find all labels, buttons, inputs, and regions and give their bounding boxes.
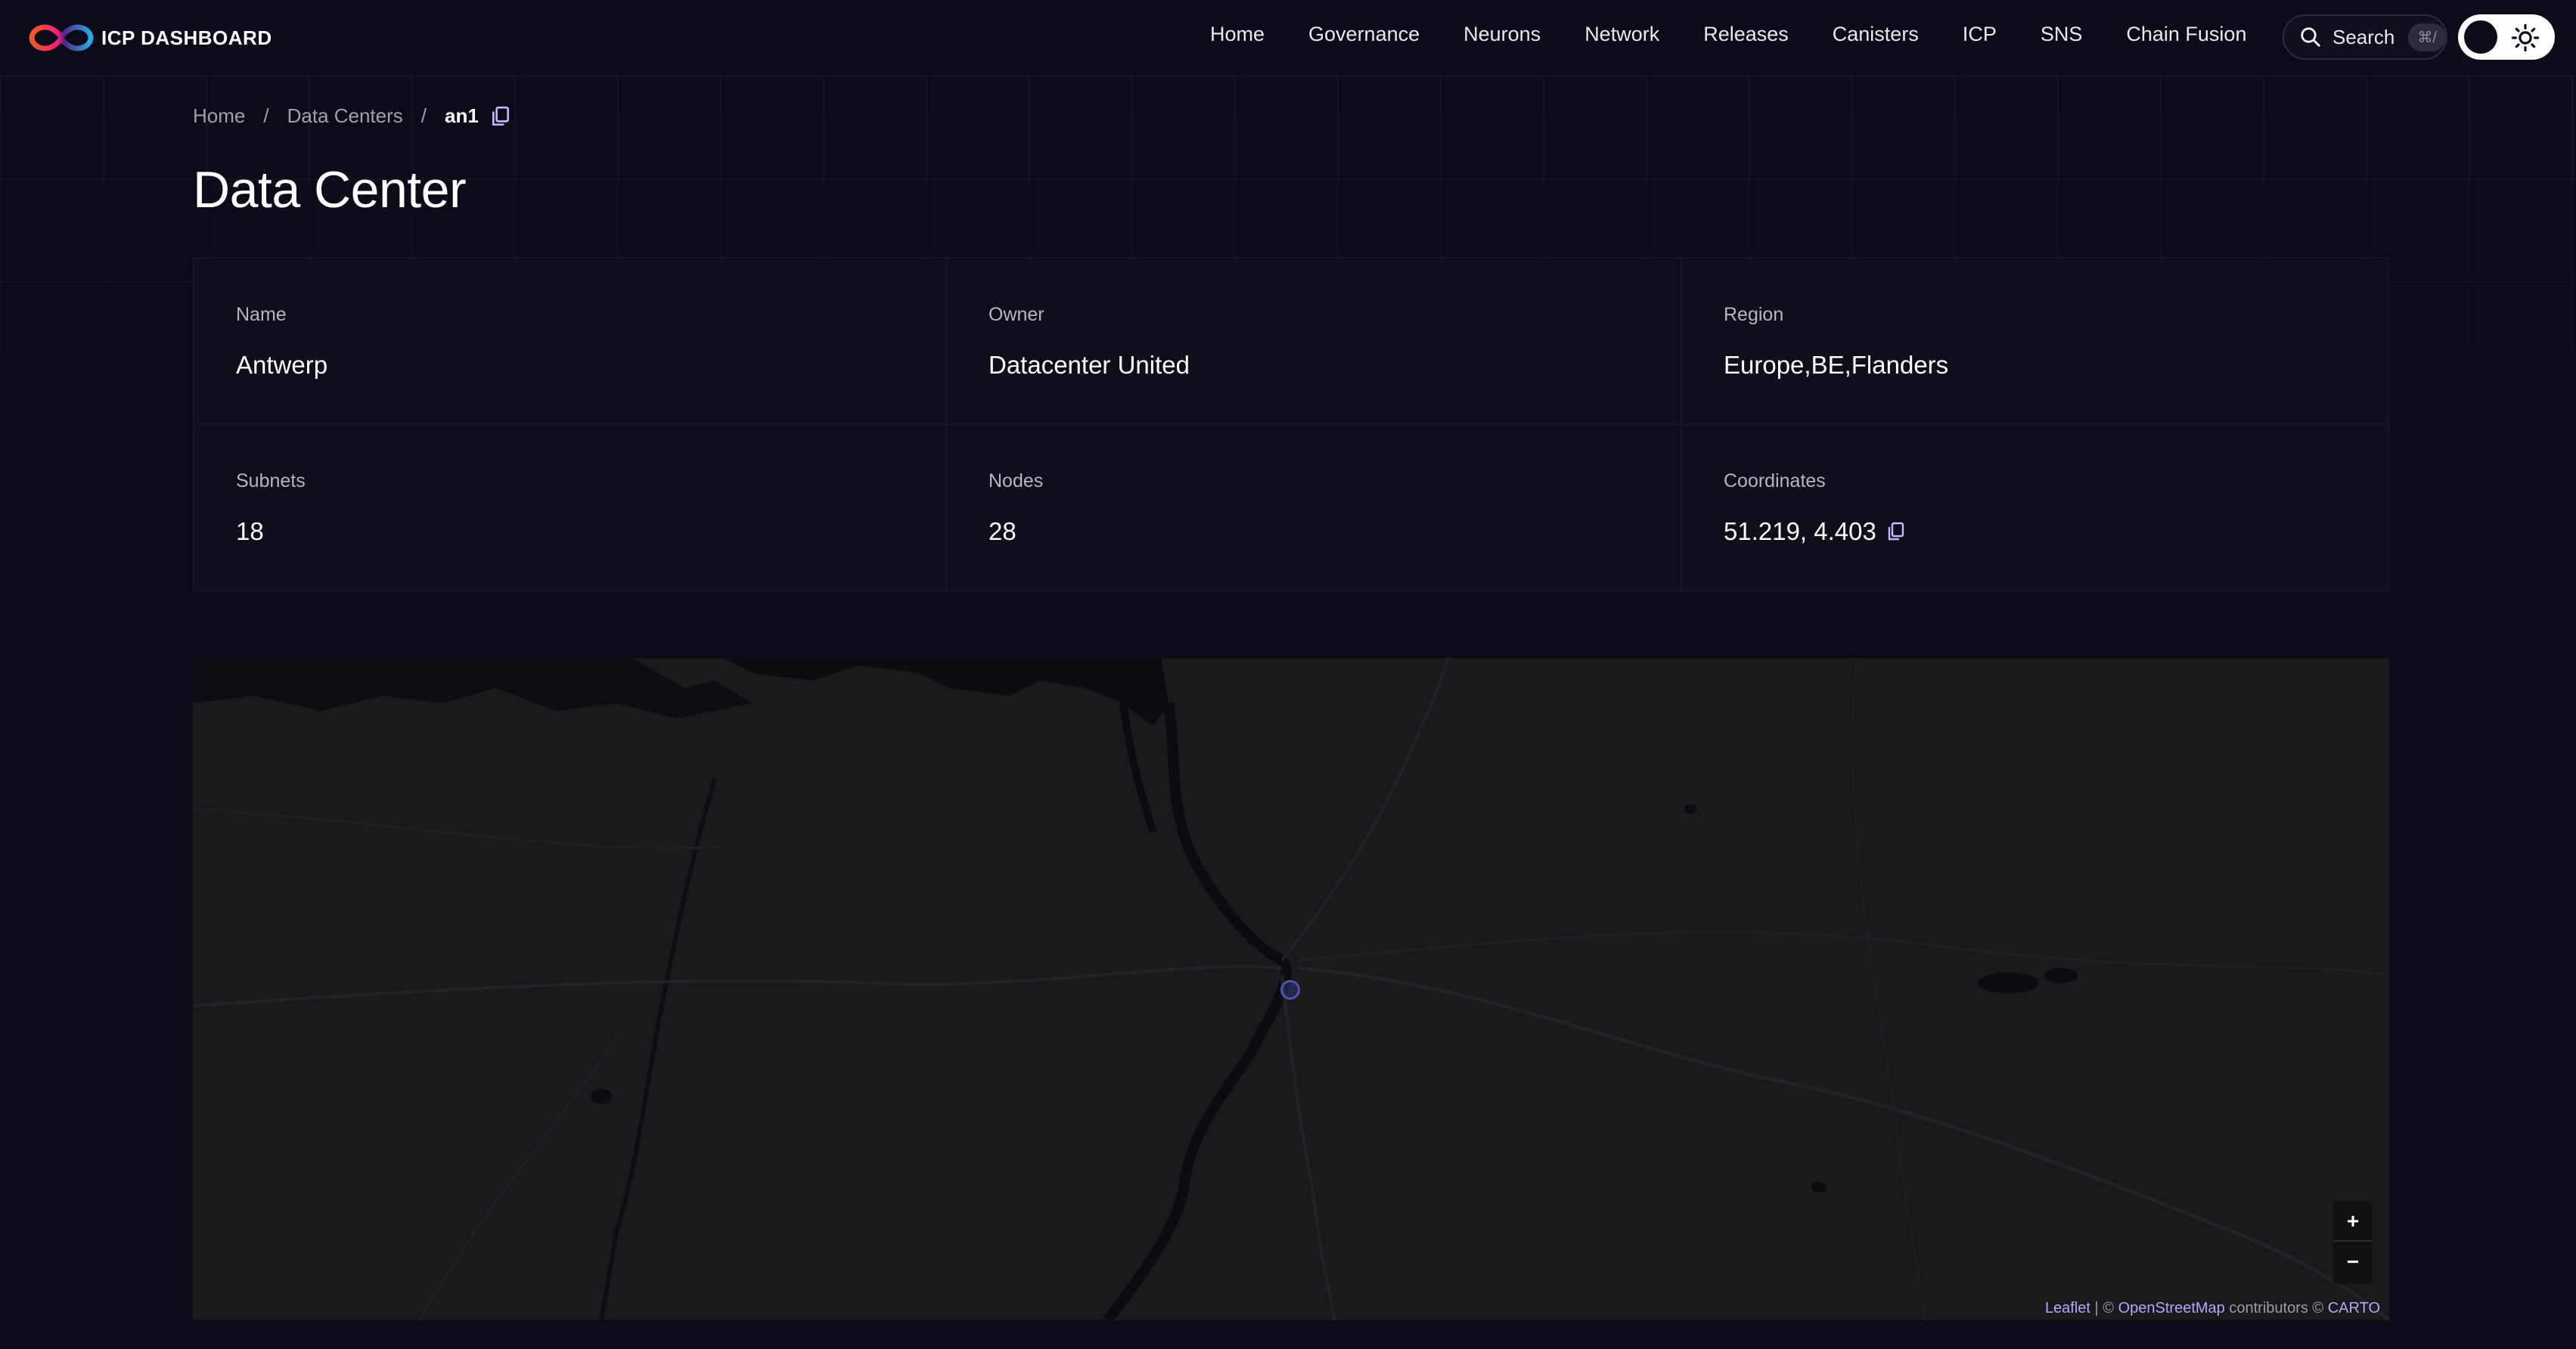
breadcrumb-data-centers[interactable]: Data Centers — [287, 104, 403, 128]
breadcrumb: Home / Data Centers / an1 — [193, 104, 511, 128]
sun-icon — [2511, 23, 2540, 52]
detail-label: Nodes — [989, 470, 1044, 492]
nodes-value: 28 — [989, 517, 1016, 545]
main-nav: Home Governance Neurons Network Releases… — [1210, 23, 2290, 46]
leaflet-link[interactable]: Leaflet — [2045, 1300, 2090, 1316]
detail-name: Name Antwerp — [194, 259, 947, 425]
detail-coordinates: Coordinates 51.219, 4.403 — [1682, 425, 2391, 593]
map-attribution: Leaflet | © OpenStreetMap contributors ©… — [2042, 1297, 2383, 1320]
nav-network[interactable]: Network — [1584, 23, 1659, 46]
data-center-details: Name Antwerp Owner Datacenter United Reg… — [193, 257, 2391, 593]
nav-icp[interactable]: ICP — [1963, 23, 1997, 46]
detail-subnets: Subnets 18 — [194, 425, 947, 593]
zoom-in-button[interactable]: + — [2333, 1201, 2373, 1242]
detail-value: 51.219, 4.403 — [1724, 517, 1905, 546]
detail-owner: Owner Datacenter United — [947, 259, 1682, 425]
breadcrumb-current: an1 — [445, 104, 479, 127]
detail-value: 28 — [989, 517, 1016, 546]
attribution-contributors: contributors © — [2224, 1300, 2328, 1316]
zoom-out-button[interactable]: − — [2333, 1242, 2373, 1282]
owner-value: Datacenter United — [989, 351, 1190, 379]
detail-value: Europe,BE,Flanders — [1724, 351, 1948, 380]
nav-sns[interactable]: SNS — [2041, 23, 2083, 46]
region-value: Europe,BE,Flanders — [1724, 351, 1949, 379]
nav-chain-fusion[interactable]: Chain Fusion — [2126, 23, 2246, 46]
detail-value: Antwerp — [236, 351, 327, 380]
search-label: Search — [2332, 25, 2395, 48]
breadcrumb-separator: / — [421, 104, 427, 127]
data-center-marker[interactable] — [1280, 980, 1300, 1000]
carto-link[interactable]: CARTO — [2328, 1300, 2380, 1316]
detail-label: Coordinates — [1724, 470, 1826, 492]
breadcrumb-separator: / — [263, 104, 269, 127]
location-map[interactable]: + − Leaflet | © OpenStreetMap contributo… — [193, 658, 2389, 1320]
subnets-value: 18 — [236, 517, 264, 545]
detail-region: Region Europe,BE,Flanders — [1682, 259, 2391, 425]
nav-canisters[interactable]: Canisters — [1833, 23, 1919, 46]
nav-governance[interactable]: Governance — [1308, 23, 1420, 46]
detail-value: Datacenter United — [989, 351, 1190, 380]
nav-neurons[interactable]: Neurons — [1463, 23, 1541, 46]
breadcrumb-home[interactable]: Home — [193, 104, 245, 128]
nav-home[interactable]: Home — [1210, 23, 1265, 46]
copy-icon[interactable] — [491, 106, 511, 127]
nav-releases[interactable]: Releases — [1703, 23, 1789, 46]
infinity-logo-icon — [29, 24, 94, 51]
logo-text: ICP DASHBOARD — [101, 26, 272, 49]
zoom-control: + − — [2333, 1201, 2373, 1284]
coordinates-value: 51.219, 4.403 — [1724, 517, 1876, 545]
name-value: Antwerp — [236, 351, 328, 379]
search-button[interactable]: Search ⌘/ — [2283, 14, 2447, 60]
moon-toggle-icon — [2464, 20, 2497, 54]
detail-label: Name — [236, 304, 287, 325]
detail-value: 18 — [236, 517, 264, 546]
theme-toggle[interactable] — [2458, 14, 2555, 60]
detail-label: Subnets — [236, 470, 306, 492]
logo[interactable]: ICP DASHBOARD — [27, 18, 272, 57]
page-title: Data Center — [193, 161, 467, 219]
top-header: ICP DASHBOARD Home Governance Neurons Ne… — [0, 0, 2576, 74]
search-icon — [2301, 27, 2320, 47]
detail-label: Owner — [989, 304, 1044, 325]
copy-icon[interactable] — [1887, 521, 1905, 542]
detail-nodes: Nodes 28 — [947, 425, 1682, 593]
detail-label: Region — [1724, 304, 1784, 325]
search-shortcut: ⌘/ — [2408, 23, 2446, 51]
attribution-sep: | © — [2090, 1300, 2118, 1316]
osm-link[interactable]: OpenStreetMap — [2118, 1300, 2225, 1316]
